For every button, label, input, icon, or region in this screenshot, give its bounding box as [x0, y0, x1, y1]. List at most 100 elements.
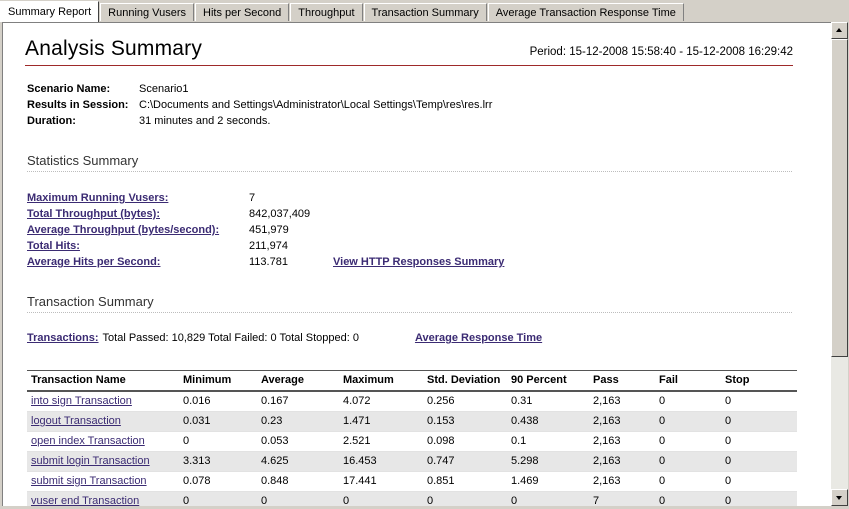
cell-transaction-name: submit login Transaction — [27, 451, 183, 472]
stat-link-total-hits[interactable]: Total Hits: — [27, 238, 249, 254]
cell-90-percent: 5.298 — [511, 451, 593, 472]
cell-90-percent: 0.1 — [511, 431, 593, 452]
view-http-responses-summary-link[interactable]: View HTTP Responses Summary — [333, 254, 504, 270]
cell-std-deviation: 0.098 — [427, 431, 511, 452]
column-header-transaction-name[interactable]: Transaction Name — [27, 370, 183, 392]
transactions-link[interactable]: Transactions: — [27, 331, 99, 346]
transaction-name-link[interactable]: submit login Transaction — [31, 455, 150, 467]
transaction-name-link[interactable]: submit sign Transaction — [31, 475, 147, 487]
stat-row-total-throughput: Total Throughput (bytes): 842,037,409 — [27, 206, 793, 222]
column-header-pass[interactable]: Pass — [593, 370, 659, 392]
stat-row-average-hits-per-second: Average Hits per Second: 113.781 View HT… — [27, 254, 793, 270]
cell-minimum: 3.313 — [183, 451, 261, 472]
scroll-up-button[interactable] — [831, 22, 848, 39]
cell-pass: 2,163 — [593, 451, 659, 472]
tab-hits-per-second[interactable]: Hits per Second — [195, 3, 290, 22]
column-header-stop[interactable]: Stop — [725, 370, 797, 392]
report-content: Analysis Summary Period: 15-12-2008 15:5… — [3, 23, 815, 506]
scrollbar-thumb[interactable] — [831, 39, 848, 357]
stat-link-total-throughput[interactable]: Total Throughput (bytes): — [27, 206, 249, 222]
transaction-name-link[interactable]: open index Transaction — [31, 435, 145, 447]
client-area: Analysis Summary Period: 15-12-2008 15:5… — [0, 21, 849, 509]
stat-value-maximum-running-vusers: 7 — [249, 192, 256, 204]
stat-value-total-throughput: 842,037,409 — [249, 208, 311, 220]
meta-row-duration: Duration: 31 minutes and 2 seconds. — [27, 114, 793, 129]
scenario-meta-block: Scenario Name: Scenario1 Results in Sess… — [27, 82, 793, 129]
report-header: Analysis Summary Period: 15-12-2008 15:5… — [25, 37, 793, 66]
section-title-statistics-summary: Statistics Summary — [27, 153, 792, 172]
cell-stop: 0 — [725, 411, 797, 432]
transactions-totals-text: Total Passed: 10,829 Total Failed: 0 Tot… — [102, 332, 359, 344]
cell-average: 0 — [261, 491, 343, 506]
transaction-table-body: into sign Transaction 0.016 0.167 4.072 … — [27, 391, 797, 506]
meta-label-duration: Duration: — [27, 115, 76, 127]
column-header-fail[interactable]: Fail — [659, 370, 725, 392]
tab-running-vusers[interactable]: Running Vusers — [100, 3, 194, 22]
cell-pass: 7 — [593, 491, 659, 506]
transaction-name-link[interactable]: logout Transaction — [31, 415, 121, 427]
stat-link-average-hits-per-second[interactable]: Average Hits per Second: — [27, 254, 249, 270]
transaction-table-head: Transaction Name Minimum Average Maximum… — [27, 370, 797, 392]
stat-value-total-hits: 211,974 — [249, 240, 288, 252]
cell-maximum: 0 — [343, 491, 427, 506]
vertical-scrollbar[interactable] — [831, 22, 848, 506]
column-header-std-deviation[interactable]: Std. Deviation — [427, 370, 511, 392]
tab-summary-report[interactable]: Summary Report — [0, 1, 100, 22]
scrollbar-track[interactable] — [831, 39, 848, 489]
cell-fail: 0 — [659, 491, 725, 506]
cell-average: 4.625 — [261, 451, 343, 472]
cell-fail: 0 — [659, 431, 725, 452]
cell-transaction-name: submit sign Transaction — [27, 471, 183, 492]
stat-value-average-hits-per-second: 113.781 — [249, 256, 288, 268]
column-header-average[interactable]: Average — [261, 370, 343, 392]
tab-strip: Summary Report Running Vusers Hits per S… — [0, 0, 849, 22]
cell-average: 0.23 — [261, 411, 343, 432]
cell-stop: 0 — [725, 431, 797, 452]
stat-row-maximum-running-vusers: Maximum Running Vusers: 7 — [27, 190, 793, 206]
cell-fail: 0 — [659, 471, 725, 492]
stat-row-average-throughput: Average Throughput (bytes/second): 451,9… — [27, 222, 793, 238]
scroll-down-button[interactable] — [831, 489, 848, 506]
meta-value-scenario-name: Scenario1 — [139, 83, 189, 95]
meta-value-duration: 31 minutes and 2 seconds. — [139, 115, 271, 127]
tab-transaction-summary[interactable]: Transaction Summary — [363, 3, 487, 22]
cell-fail: 0 — [659, 451, 725, 472]
report-frame: Analysis Summary Period: 15-12-2008 15:5… — [2, 22, 831, 507]
table-header-row: Transaction Name Minimum Average Maximum… — [27, 370, 797, 392]
cell-fail: 0 — [659, 391, 725, 412]
cell-maximum: 1.471 — [343, 411, 427, 432]
stat-row-total-hits: Total Hits: 211,974 — [27, 238, 793, 254]
cell-pass: 2,163 — [593, 411, 659, 432]
column-header-90-percent[interactable]: 90 Percent — [511, 370, 593, 392]
cell-std-deviation: 0.256 — [427, 391, 511, 412]
cell-stop: 0 — [725, 491, 797, 506]
section-title-transaction-summary: Transaction Summary — [27, 294, 792, 313]
cell-std-deviation: 0.851 — [427, 471, 511, 492]
cell-maximum: 2.521 — [343, 431, 427, 452]
meta-row-scenario-name: Scenario Name: Scenario1 — [27, 82, 793, 97]
transaction-table-wrapper: Transaction Name Minimum Average Maximum… — [27, 370, 797, 506]
column-header-minimum[interactable]: Minimum — [183, 370, 261, 392]
cell-minimum: 0.078 — [183, 471, 261, 492]
cell-minimum: 0 — [183, 491, 261, 506]
cell-maximum: 17.441 — [343, 471, 427, 492]
column-header-maximum[interactable]: Maximum — [343, 370, 427, 392]
stat-link-average-throughput[interactable]: Average Throughput (bytes/second): — [27, 222, 249, 238]
cell-90-percent: 0.31 — [511, 391, 593, 412]
transaction-table: Transaction Name Minimum Average Maximum… — [27, 370, 797, 506]
cell-average: 0.167 — [261, 391, 343, 412]
table-row: vuser end Transaction 0 0 0 0 0 7 0 0 — [27, 491, 797, 506]
transaction-name-link[interactable]: into sign Transaction — [31, 395, 132, 407]
tab-average-transaction-response-time[interactable]: Average Transaction Response Time — [487, 3, 684, 22]
cell-stop: 0 — [725, 471, 797, 492]
table-row: logout Transaction 0.031 0.23 1.471 0.15… — [27, 411, 797, 432]
meta-label-scenario-name: Scenario Name: — [27, 83, 111, 95]
cell-minimum: 0.031 — [183, 411, 261, 432]
table-row: into sign Transaction 0.016 0.167 4.072 … — [27, 391, 797, 412]
cell-transaction-name: open index Transaction — [27, 431, 183, 452]
tab-throughput[interactable]: Throughput — [290, 3, 363, 22]
meta-row-results-in-session: Results in Session: C:\Documents and Set… — [27, 98, 793, 113]
stat-link-maximum-running-vusers[interactable]: Maximum Running Vusers: — [27, 190, 249, 206]
average-response-time-link[interactable]: Average Response Time — [415, 331, 542, 346]
cell-std-deviation: 0 — [427, 491, 511, 506]
